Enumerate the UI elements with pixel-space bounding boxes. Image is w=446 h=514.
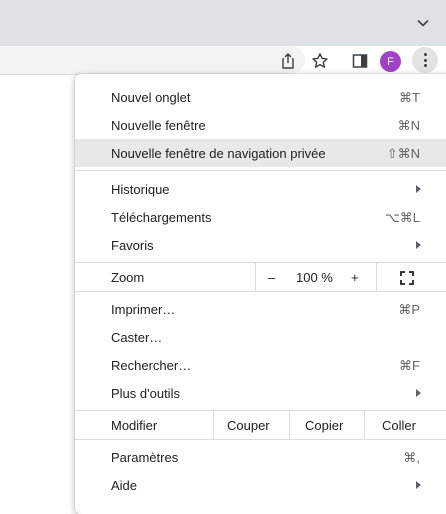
menu-item-cast[interactable]: Caster… <box>75 323 446 351</box>
menu-item-label: Nouvelle fenêtre de navigation privée <box>111 146 326 161</box>
menu-item-label: Rechercher… <box>111 358 192 373</box>
menu-item-history[interactable]: Historique <box>75 175 446 203</box>
menu-item-find[interactable]: Rechercher… ⌘F <box>75 351 446 379</box>
menu-item-label: Téléchargements <box>111 210 212 225</box>
submenu-arrow-icon <box>416 241 421 249</box>
copy-button[interactable]: Copier <box>305 418 343 433</box>
shortcut-label: ⌥⌘L <box>384 210 420 225</box>
side-panel-icon[interactable] <box>351 52 369 70</box>
menu-item-downloads[interactable]: Téléchargements ⌥⌘L <box>75 203 446 231</box>
menu-item-new-window[interactable]: Nouvelle fenêtre ⌘N <box>75 111 446 139</box>
menu-item-help[interactable]: Aide <box>75 471 446 499</box>
shortcut-label: ⌘P <box>398 302 420 317</box>
divider <box>213 411 214 439</box>
profile-avatar[interactable]: F <box>380 51 401 72</box>
share-icon[interactable] <box>279 52 297 70</box>
menu-item-label: Favoris <box>111 238 154 253</box>
menu-item-label: Historique <box>111 182 170 197</box>
menu-item-label: Plus d'outils <box>111 386 180 401</box>
divider <box>364 411 365 439</box>
menu-row-zoom: Zoom <box>75 263 446 291</box>
menu-item-label: Nouvel onglet <box>111 90 191 105</box>
address-bar[interactable] <box>0 46 305 74</box>
menu-separator <box>75 291 446 292</box>
menu-item-print[interactable]: Imprimer… ⌘P <box>75 295 446 323</box>
divider <box>376 263 377 291</box>
menu-separator <box>75 170 446 171</box>
zoom-out-button[interactable]: – <box>268 270 275 285</box>
shortcut-label: ⌘N <box>397 118 420 133</box>
divider <box>289 411 290 439</box>
cut-button[interactable]: Couper <box>227 418 270 433</box>
paste-button[interactable]: Coller <box>382 418 416 433</box>
shortcut-label: ⌘F <box>399 358 420 373</box>
submenu-arrow-icon <box>416 185 421 193</box>
shortcut-label: ⇧⌘N <box>386 146 420 161</box>
shortcut-label: ⌘, <box>403 450 420 465</box>
chevron-down-icon[interactable] <box>416 16 430 30</box>
divider <box>255 263 256 291</box>
menu-item-new-tab[interactable]: Nouvel onglet ⌘T <box>75 83 446 111</box>
menu-item-bookmarks[interactable]: Favoris <box>75 231 446 259</box>
fullscreen-icon[interactable] <box>400 271 414 285</box>
zoom-in-button[interactable]: + <box>351 270 359 285</box>
shortcut-label: ⌘T <box>399 90 420 105</box>
menu-item-more-tools[interactable]: Plus d'outils <box>75 379 446 407</box>
menu-kebab-icon[interactable] <box>412 47 438 73</box>
menu-separator <box>75 439 446 440</box>
menu-item-settings[interactable]: Paramètres ⌘, <box>75 443 446 471</box>
menu-item-label: Nouvelle fenêtre <box>111 118 206 133</box>
edit-label: Modifier <box>111 418 158 433</box>
tab-strip <box>0 0 446 46</box>
zoom-level-value: 100 % <box>296 270 333 285</box>
submenu-arrow-icon <box>416 481 421 489</box>
menu-item-label: Paramètres <box>111 450 179 465</box>
zoom-label: Zoom <box>111 270 145 285</box>
menu-item-label: Imprimer… <box>111 302 176 317</box>
menu-item-incognito-window[interactable]: Nouvelle fenêtre de navigation privée ⇧⌘… <box>75 139 446 167</box>
menu-item-label: Caster… <box>111 330 163 345</box>
chrome-main-menu: Nouvel onglet ⌘T Nouvelle fenêtre ⌘N Nou… <box>75 74 446 514</box>
bookmark-star-icon[interactable] <box>311 52 329 70</box>
submenu-arrow-icon <box>416 389 421 397</box>
menu-item-label: Aide <box>111 478 138 493</box>
